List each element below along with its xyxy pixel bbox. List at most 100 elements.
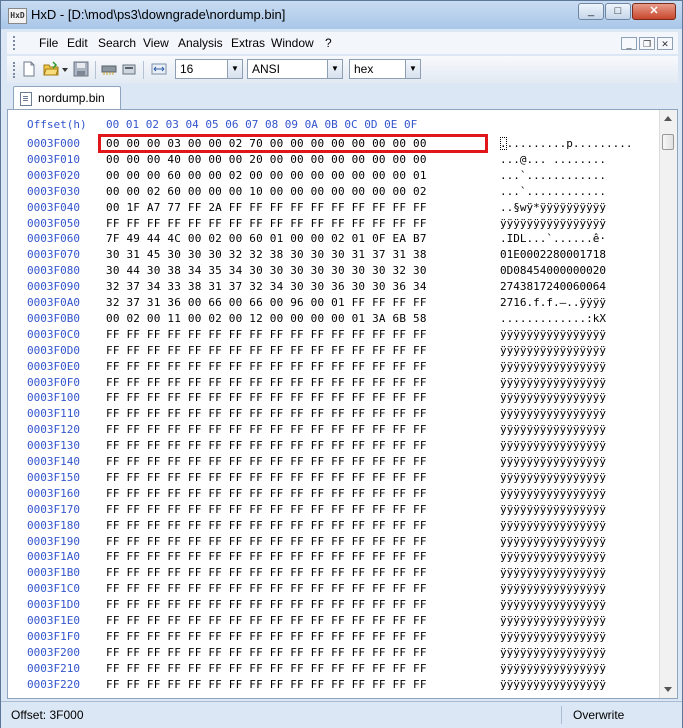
hex-row[interactable]: 0003F020 00 00 00 60 00 00 02 00 00 00 00…	[8, 169, 658, 185]
row-hex-bytes[interactable]: FF FF FF FF FF FF FF FF FF FF FF FF FF F…	[106, 360, 427, 373]
hex-row[interactable]: 0003F130 FF FF FF FF FF FF FF FF FF FF FF…	[8, 439, 658, 455]
hex-row[interactable]: 0003F180 FF FF FF FF FF FF FF FF FF FF FF…	[8, 519, 658, 535]
row-hex-bytes[interactable]: FF FF FF FF FF FF FF FF FF FF FF FF FF F…	[106, 407, 427, 420]
row-text[interactable]: ÿÿÿÿÿÿÿÿÿÿÿÿÿÿÿÿ	[500, 360, 606, 373]
row-hex-bytes[interactable]: FF FF FF FF FF FF FF FF FF FF FF FF FF F…	[106, 582, 427, 595]
row-text[interactable]: ÿÿÿÿÿÿÿÿÿÿÿÿÿÿÿÿ	[500, 503, 606, 516]
scroll-down-icon[interactable]	[664, 687, 672, 692]
menu-edit[interactable]: Edit	[67, 36, 88, 50]
row-hex-bytes[interactable]: FF FF FF FF FF FF FF FF FF FF FF FF FF F…	[106, 662, 427, 675]
row-text[interactable]: ..§wÿ*ÿÿÿÿÿÿÿÿÿÿ	[500, 201, 606, 214]
chevron-down-icon[interactable]: ▼	[405, 60, 420, 78]
row-text[interactable]: ÿÿÿÿÿÿÿÿÿÿÿÿÿÿÿÿ	[500, 630, 606, 643]
row-text[interactable]: ÿÿÿÿÿÿÿÿÿÿÿÿÿÿÿÿ	[500, 217, 606, 230]
menu-analysis[interactable]: Analysis	[178, 36, 223, 50]
toolbar-grip[interactable]	[13, 62, 21, 78]
scroll-up-icon[interactable]	[664, 116, 672, 121]
minimize-button[interactable]: _	[578, 3, 604, 20]
row-hex-bytes[interactable]: FF FF FF FF FF FF FF FF FF FF FF FF FF F…	[106, 519, 427, 532]
hex-row[interactable]: 0003F090 32 37 34 33 38 31 37 32 34 30 30…	[8, 280, 658, 296]
hex-row[interactable]: 0003F150 FF FF FF FF FF FF FF FF FF FF FF…	[8, 471, 658, 487]
close-button[interactable]: ✕	[632, 3, 676, 20]
row-hex-bytes[interactable]: 32 37 34 33 38 31 37 32 34 30 30 36 30 3…	[106, 280, 427, 293]
row-hex-bytes[interactable]: FF FF FF FF FF FF FF FF FF FF FF FF FF F…	[106, 614, 427, 627]
row-text[interactable]: ÿÿÿÿÿÿÿÿÿÿÿÿÿÿÿÿ	[500, 487, 606, 500]
hex-row[interactable]: 0003F170 FF FF FF FF FF FF FF FF FF FF FF…	[8, 503, 658, 519]
menu-extras[interactable]: Extras	[231, 36, 265, 50]
title-bar[interactable]: HxD HxD - [D:\mod\ps3\downgrade\nordump.…	[1, 1, 682, 29]
new-file-icon[interactable]	[21, 61, 37, 77]
row-hex-bytes[interactable]: FF FF FF FF FF FF FF FF FF FF FF FF FF F…	[106, 678, 427, 691]
row-text[interactable]: 0D08454000000020	[500, 264, 606, 277]
row-text[interactable]: ...@... ........	[500, 153, 606, 166]
hex-row[interactable]: 0003F120 FF FF FF FF FF FF FF FF FF FF FF…	[8, 423, 658, 439]
hex-row[interactable]: 0003F0F0 FF FF FF FF FF FF FF FF FF FF FF…	[8, 376, 658, 392]
row-text[interactable]: ÿÿÿÿÿÿÿÿÿÿÿÿÿÿÿÿ	[500, 519, 606, 532]
hex-row[interactable]: 0003F010 00 00 00 40 00 00 00 20 00 00 00…	[8, 153, 658, 169]
hex-row[interactable]: 0003F210 FF FF FF FF FF FF FF FF FF FF FF…	[8, 662, 658, 678]
row-hex-bytes[interactable]: FF FF FF FF FF FF FF FF FF FF FF FF FF F…	[106, 328, 427, 341]
row-text[interactable]: ÿÿÿÿÿÿÿÿÿÿÿÿÿÿÿÿ	[500, 439, 606, 452]
row-hex-bytes[interactable]: 00 00 00 40 00 00 00 20 00 00 00 00 00 0…	[106, 153, 427, 166]
status-mode[interactable]: Overwrite	[573, 708, 624, 722]
row-hex-bytes[interactable]: FF FF FF FF FF FF FF FF FF FF FF FF FF F…	[106, 455, 427, 468]
row-text[interactable]: ÿÿÿÿÿÿÿÿÿÿÿÿÿÿÿÿ	[500, 550, 606, 563]
menu-file[interactable]: File	[39, 36, 58, 50]
maximize-button[interactable]: □	[605, 3, 631, 20]
row-text[interactable]: ÿÿÿÿÿÿÿÿÿÿÿÿÿÿÿÿ	[500, 646, 606, 659]
row-text[interactable]: ÿÿÿÿÿÿÿÿÿÿÿÿÿÿÿÿ	[500, 376, 606, 389]
mdi-close-button[interactable]: ✕	[657, 37, 673, 50]
hex-row[interactable]: 0003F110 FF FF FF FF FF FF FF FF FF FF FF…	[8, 407, 658, 423]
row-hex-bytes[interactable]: 30 44 30 38 34 35 34 30 30 30 30 30 30 3…	[106, 264, 427, 277]
row-text[interactable]: ÿÿÿÿÿÿÿÿÿÿÿÿÿÿÿÿ	[500, 344, 606, 357]
hex-row[interactable]: 0003F070 30 31 45 30 30 30 32 32 38 30 30…	[8, 248, 658, 264]
chevron-down-icon[interactable]: ▼	[327, 60, 342, 78]
hex-row[interactable]: 0003F1A0 FF FF FF FF FF FF FF FF FF FF FF…	[8, 550, 658, 566]
scrollbar-thumb[interactable]	[662, 134, 674, 150]
row-text[interactable]: ÿÿÿÿÿÿÿÿÿÿÿÿÿÿÿÿ	[500, 471, 606, 484]
menu-view[interactable]: View	[143, 36, 169, 50]
hex-row[interactable]: 0003F200 FF FF FF FF FF FF FF FF FF FF FF…	[8, 646, 658, 662]
row-text[interactable]: ...`............	[500, 185, 606, 198]
row-hex-bytes[interactable]: FF FF FF FF FF FF FF FF FF FF FF FF FF F…	[106, 598, 427, 611]
hex-row[interactable]: 0003F0E0 FF FF FF FF FF FF FF FF FF FF FF…	[8, 360, 658, 376]
hex-editor[interactable]: Offset(h) 00 01 02 03 04 05 06 07 08 09 …	[7, 109, 678, 699]
hex-row[interactable]: 0003F160 FF FF FF FF FF FF FF FF FF FF FF…	[8, 487, 658, 503]
menu-search[interactable]: Search	[98, 36, 136, 50]
row-text[interactable]: ÿÿÿÿÿÿÿÿÿÿÿÿÿÿÿÿ	[500, 455, 606, 468]
hex-row[interactable]: 0003F060 7F 49 44 4C 00 02 00 60 01 00 00…	[8, 232, 658, 248]
hex-row[interactable]: 0003F100 FF FF FF FF FF FF FF FF FF FF FF…	[8, 391, 658, 407]
row-hex-bytes[interactable]: FF FF FF FF FF FF FF FF FF FF FF FF FF F…	[106, 217, 427, 230]
hex-row[interactable]: 0003F0B0 00 02 00 11 00 02 00 12 00 00 00…	[8, 312, 658, 328]
row-hex-bytes[interactable]: 00 00 00 60 00 00 02 00 00 00 00 00 00 0…	[106, 169, 427, 182]
row-hex-bytes[interactable]: FF FF FF FF FF FF FF FF FF FF FF FF FF F…	[106, 550, 427, 563]
row-text[interactable]: ÿÿÿÿÿÿÿÿÿÿÿÿÿÿÿÿ	[500, 391, 606, 404]
chevron-down-icon[interactable]: ▼	[227, 60, 242, 78]
hex-row[interactable]: 0003F050 FF FF FF FF FF FF FF FF FF FF FF…	[8, 217, 658, 233]
row-text[interactable]: 2743817240060064	[500, 280, 606, 293]
open-file-icon[interactable]	[43, 61, 59, 77]
row-hex-bytes[interactable]: 00 00 02 60 00 00 00 10 00 00 00 00 00 0…	[106, 185, 427, 198]
row-hex-bytes[interactable]: FF FF FF FF FF FF FF FF FF FF FF FF FF F…	[106, 630, 427, 643]
row-text[interactable]: ÿÿÿÿÿÿÿÿÿÿÿÿÿÿÿÿ	[500, 582, 606, 595]
row-text[interactable]: ÿÿÿÿÿÿÿÿÿÿÿÿÿÿÿÿ	[500, 614, 606, 627]
hex-row[interactable]: 0003F1B0 FF FF FF FF FF FF FF FF FF FF FF…	[8, 566, 658, 582]
row-hex-bytes[interactable]: FF FF FF FF FF FF FF FF FF FF FF FF FF F…	[106, 535, 427, 548]
row-hex-bytes[interactable]: FF FF FF FF FF FF FF FF FF FF FF FF FF F…	[106, 439, 427, 452]
row-hex-bytes[interactable]: 00 1F A7 77 FF 2A FF FF FF FF FF FF FF F…	[106, 201, 427, 214]
row-hex-bytes[interactable]: FF FF FF FF FF FF FF FF FF FF FF FF FF F…	[106, 471, 427, 484]
row-text[interactable]: ...`............	[500, 169, 606, 182]
row-text[interactable]: ÿÿÿÿÿÿÿÿÿÿÿÿÿÿÿÿ	[500, 678, 606, 691]
hex-row[interactable]: 0003F1D0 FF FF FF FF FF FF FF FF FF FF FF…	[8, 598, 658, 614]
hex-row[interactable]: 0003F000 00 00 00 03 00 00 02 70 00 00 00…	[8, 137, 658, 153]
row-text[interactable]: ÿÿÿÿÿÿÿÿÿÿÿÿÿÿÿÿ	[500, 423, 606, 436]
hex-row[interactable]: 0003F1C0 FF FF FF FF FF FF FF FF FF FF FF…	[8, 582, 658, 598]
open-dropdown-icon[interactable]	[61, 61, 69, 77]
hex-row[interactable]: 0003F040 00 1F A7 77 FF 2A FF FF FF FF FF…	[8, 201, 658, 217]
row-text[interactable]: .IDL...`......ê·	[500, 232, 606, 245]
row-hex-bytes[interactable]: 00 02 00 11 00 02 00 12 00 00 00 00 01 3…	[106, 312, 427, 325]
hex-row[interactable]: 0003F1F0 FF FF FF FF FF FF FF FF FF FF FF…	[8, 630, 658, 646]
menu-window[interactable]: Window	[271, 36, 314, 50]
hex-row[interactable]: 0003F1E0 FF FF FF FF FF FF FF FF FF FF FF…	[8, 614, 658, 630]
row-text[interactable]: ÿÿÿÿÿÿÿÿÿÿÿÿÿÿÿÿ	[500, 598, 606, 611]
